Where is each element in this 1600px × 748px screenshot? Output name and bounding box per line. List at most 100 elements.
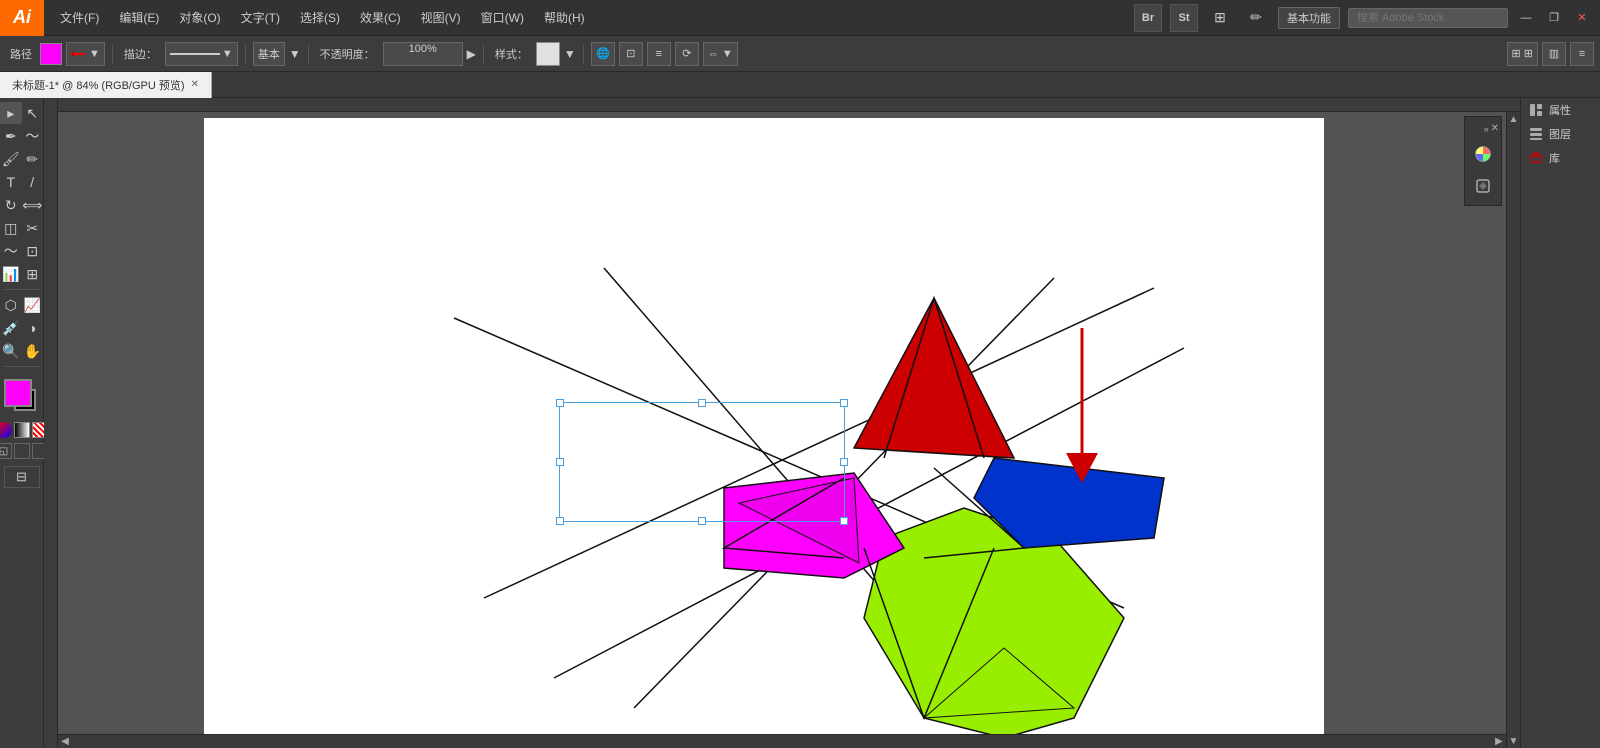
library-panel-btn[interactable]: 库 bbox=[1521, 146, 1600, 170]
scroll-up-btn[interactable]: ▲ bbox=[1507, 112, 1521, 126]
curvature-tool[interactable]: 〜 bbox=[22, 125, 44, 147]
float-panel-pin[interactable]: » bbox=[1482, 123, 1491, 135]
fill-color-swatch[interactable] bbox=[40, 43, 62, 65]
opacity-label: 不透明度： bbox=[316, 46, 379, 62]
shape-builder-tool[interactable]: ⬡ bbox=[0, 294, 22, 316]
scroll-left-btn[interactable]: ◀ bbox=[58, 735, 72, 748]
layers-label: 图层 bbox=[1549, 126, 1571, 142]
pen-btn[interactable]: ✏ bbox=[1242, 4, 1270, 32]
toolbox: ▸ ↖ ✒ 〜 🖌 ✏ T / ↻ ⟺ ◫ ✂ 〜 ⊡ 📊 ⊞ bbox=[0, 98, 44, 748]
color-panel-btn[interactable] bbox=[1468, 139, 1498, 169]
pencil-tool[interactable]: ✏ bbox=[22, 148, 44, 170]
scissor-tool[interactable]: ✂ bbox=[22, 217, 44, 239]
fg-color-swatch[interactable] bbox=[4, 379, 32, 407]
menu-btn[interactable]: ≡ bbox=[1570, 42, 1594, 66]
globe-btn[interactable]: 🌐 bbox=[591, 42, 615, 66]
divider-1 bbox=[112, 44, 113, 64]
tab-document[interactable]: 未标题-1* @ 84% (RGB/GPU 预览) ✕ bbox=[0, 72, 212, 98]
properties-label: 属性 bbox=[1549, 102, 1571, 118]
library-label: 库 bbox=[1549, 150, 1560, 166]
text-tool[interactable]: T bbox=[0, 171, 22, 193]
main-area: ▸ ↖ ✒ 〜 🖌 ✏ T / ↻ ⟺ ◫ ✂ 〜 ⊡ 📊 ⊞ bbox=[0, 98, 1600, 748]
artboard-tool[interactable]: ⊟ bbox=[4, 466, 40, 488]
float-panel-close-btn[interactable]: ✕ bbox=[1491, 123, 1499, 135]
scroll-right-btn[interactable]: ▶ bbox=[1492, 735, 1506, 748]
hand-tool[interactable]: ✋ bbox=[22, 340, 44, 362]
menu-select[interactable]: 选择(S) bbox=[292, 5, 348, 30]
change-screen-btn[interactable]: ◱ bbox=[0, 443, 12, 459]
close-btn[interactable]: ✕ bbox=[1572, 8, 1592, 28]
select-tool[interactable]: ▸ bbox=[0, 102, 22, 124]
stroke-width-dropdown[interactable]: ▼ bbox=[165, 42, 238, 66]
menu-file[interactable]: 文件(F) bbox=[52, 5, 107, 30]
style-label: 样式： bbox=[491, 46, 532, 62]
style-swatch[interactable] bbox=[536, 42, 560, 66]
stroke-style-btn[interactable]: 基本 bbox=[253, 42, 285, 66]
divider-4 bbox=[483, 44, 484, 64]
vertical-scrollbar[interactable]: ▲ ▼ bbox=[1506, 112, 1520, 748]
path-label: 路径 bbox=[6, 46, 36, 62]
divider-3 bbox=[308, 44, 309, 64]
menu-edit[interactable]: 编辑(E) bbox=[111, 5, 167, 30]
direct-select-tool[interactable]: ↖ bbox=[22, 102, 44, 124]
divider-2 bbox=[245, 44, 246, 64]
right-panel: 属性 图层 库 bbox=[1520, 98, 1600, 748]
ruler-top bbox=[58, 98, 1520, 112]
layers-panel-btn[interactable]: 图层 bbox=[1521, 122, 1600, 146]
float-panel: » ✕ bbox=[1464, 116, 1502, 206]
horizontal-scrollbar[interactable]: ◀ ▶ bbox=[58, 734, 1506, 748]
graph-tool[interactable]: 📊 bbox=[0, 263, 22, 285]
bridge-btn[interactable]: Br bbox=[1134, 4, 1162, 32]
document-canvas bbox=[204, 118, 1324, 738]
zoom-tool[interactable]: 🔍 bbox=[0, 340, 22, 362]
appearance-panel-btn[interactable] bbox=[1468, 171, 1498, 201]
menu-view[interactable]: 视图(V) bbox=[413, 5, 469, 30]
pen-tool[interactable]: ✒ bbox=[0, 125, 22, 147]
mesh-tool[interactable]: ⊞ bbox=[22, 263, 44, 285]
transform-btn[interactable]: ⊡ bbox=[619, 42, 643, 66]
minimize-btn[interactable]: — bbox=[1516, 8, 1536, 28]
tool-separator-2 bbox=[4, 366, 40, 367]
warp-tool[interactable]: 〜 bbox=[0, 240, 22, 262]
maximize-btn[interactable]: ❐ bbox=[1544, 8, 1564, 28]
stroke-options-btn[interactable]: ▼ bbox=[66, 42, 105, 66]
menu-effect[interactable]: 效果(C) bbox=[352, 5, 409, 30]
tabs-bar: 未标题-1* @ 84% (RGB/GPU 预览) ✕ bbox=[0, 72, 1600, 98]
scroll-down-btn[interactable]: ▼ bbox=[1507, 734, 1521, 748]
color-icon[interactable] bbox=[0, 422, 12, 438]
align-btn[interactable]: ≡ bbox=[647, 42, 671, 66]
eyedropper-tool[interactable]: 💉 bbox=[0, 317, 22, 339]
menu-bar: 文件(F) 编辑(E) 对象(O) 文字(T) 选择(S) 效果(C) 视图(V… bbox=[44, 0, 1134, 35]
ai-logo: Ai bbox=[0, 0, 44, 36]
bar-chart-tool[interactable]: 📈 bbox=[22, 294, 44, 316]
fill-screen-btn[interactable] bbox=[14, 443, 30, 459]
title-bar: Ai 文件(F) 编辑(E) 对象(O) 文字(T) 选择(S) 效果(C) 视… bbox=[0, 0, 1600, 36]
ruler-left bbox=[44, 98, 58, 748]
eraser-tool[interactable]: ◫ bbox=[0, 217, 22, 239]
blend-tool[interactable]: ◑ bbox=[22, 317, 44, 339]
search-input[interactable] bbox=[1348, 8, 1508, 28]
divider-5 bbox=[583, 44, 584, 64]
rotate-tool[interactable]: ↻ bbox=[0, 194, 22, 216]
stroke-label: 描边： bbox=[120, 46, 161, 62]
line-tool[interactable]: / bbox=[22, 171, 44, 193]
menu-window[interactable]: 窗口(W) bbox=[473, 5, 532, 30]
rotate-btn[interactable]: ⟳ bbox=[675, 42, 699, 66]
stock-btn[interactable]: St bbox=[1170, 4, 1198, 32]
menu-help[interactable]: 帮助(H) bbox=[536, 5, 593, 30]
arrange-btns[interactable]: ⊞ ⊞ bbox=[1507, 42, 1539, 66]
panel-toggle[interactable]: ▥ bbox=[1542, 42, 1566, 66]
tab-close-btn[interactable]: ✕ bbox=[191, 79, 199, 90]
reflect-btn[interactable]: ⇔ ▼ bbox=[703, 42, 738, 66]
grid-btn[interactable]: ⊞ bbox=[1206, 4, 1234, 32]
menu-object[interactable]: 对象(O) bbox=[171, 5, 228, 30]
free-transform-tool[interactable]: ⊡ bbox=[22, 240, 44, 262]
paintbrush-tool[interactable]: 🖌 bbox=[0, 148, 22, 170]
gradient-icon[interactable] bbox=[14, 422, 30, 438]
opacity-input[interactable]: 100% bbox=[383, 42, 463, 66]
workspace-selector[interactable]: 基本功能 bbox=[1278, 7, 1340, 29]
menu-text[interactable]: 文字(T) bbox=[233, 5, 288, 30]
properties-panel-btn[interactable]: 属性 bbox=[1521, 98, 1600, 122]
reflect-tool[interactable]: ⟺ bbox=[22, 194, 44, 216]
control-toolbar: 路径 ▼ 描边： ▼ 基本 ▼ 不透明度： 100% ▶ 样式： ▼ 🌐 ⊡ ≡… bbox=[0, 36, 1600, 72]
